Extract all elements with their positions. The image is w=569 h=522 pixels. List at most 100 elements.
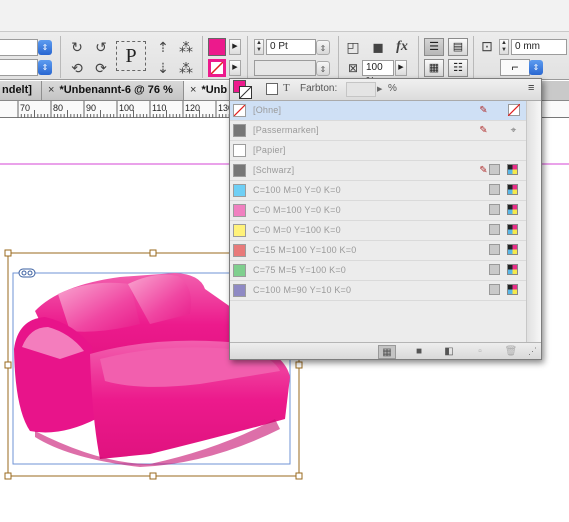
tab-unbenannt-6[interactable]: × *Unbenannt-6 @ 76 % bbox=[42, 81, 184, 100]
select-container-icon[interactable]: ⇡ bbox=[153, 37, 173, 57]
effects-icon[interactable]: ◰ bbox=[343, 37, 363, 57]
cmyk-mode-icon bbox=[507, 164, 518, 175]
stroke-weight-dropdown[interactable]: ⇕ bbox=[316, 40, 330, 55]
frame-fitting-icon[interactable]: ⊡ bbox=[477, 36, 497, 56]
ruler-label: 120 bbox=[185, 103, 201, 113]
color-swatches-icon[interactable]: ■ bbox=[410, 345, 428, 359]
swatch-row[interactable]: C=15 M=100 Y=100 K=0 bbox=[230, 241, 526, 261]
none-slash-icon bbox=[211, 62, 223, 74]
cmyk-mode-icon bbox=[507, 184, 518, 195]
swatch-name: [Schwarz] bbox=[253, 165, 295, 175]
tab-close-icon[interactable]: × bbox=[190, 84, 196, 96]
stroke-color-swatch[interactable] bbox=[208, 59, 226, 77]
opacity-dropdown[interactable]: ▶ bbox=[395, 60, 407, 76]
swatches-panel-header: T Farbton: ▶ % ≡ bbox=[230, 79, 541, 101]
stroke-type-dropdown[interactable]: ⇕ bbox=[316, 61, 330, 76]
ref-field-2-dropdown[interactable]: ⇕ bbox=[38, 60, 52, 75]
show-all-icon[interactable]: ▦ bbox=[378, 345, 396, 359]
swatch-row[interactable]: C=100 M=0 Y=0 K=0 bbox=[230, 181, 526, 201]
tab-close-icon[interactable]: × bbox=[48, 84, 54, 96]
formatting-text-icon[interactable]: T bbox=[283, 82, 290, 94]
formatting-container-icon[interactable] bbox=[266, 83, 278, 95]
swatch-row[interactable]: [Ohne] ✎ bbox=[230, 101, 526, 121]
wrap-none-icon[interactable]: ☰ bbox=[424, 38, 444, 56]
ref-field-1[interactable] bbox=[0, 39, 38, 56]
cmyk-icon bbox=[507, 224, 520, 237]
rotate-cw-icon[interactable]: ↻ bbox=[67, 37, 87, 57]
process-color-icon bbox=[489, 284, 502, 297]
select-next-icon[interactable]: ⁂ bbox=[176, 58, 196, 78]
process-swatch-icon bbox=[489, 244, 500, 255]
swatch-row[interactable]: C=0 M=0 Y=100 K=0 bbox=[230, 221, 526, 241]
swatch-row[interactable]: C=75 M=5 Y=100 K=0 bbox=[230, 261, 526, 281]
stroke-weight-stepper[interactable]: ▲ ▼ bbox=[254, 39, 264, 55]
chain-link-icon[interactable] bbox=[18, 268, 36, 278]
flip-horizontal-icon[interactable]: ⟲ bbox=[67, 58, 87, 78]
tab-label: ndelt] bbox=[2, 84, 32, 96]
stroke-weight-field[interactable]: 0 Pt bbox=[266, 39, 316, 55]
corner-icon[interactable]: ⌐ bbox=[500, 59, 530, 76]
swatch-chip bbox=[233, 104, 246, 117]
wrap-bounding-icon[interactable]: ▤ bbox=[448, 38, 468, 56]
ruler-label: 80 bbox=[53, 103, 64, 113]
swatch-name: [Papier] bbox=[253, 145, 286, 155]
wrap-shape-icon[interactable]: ▦ bbox=[424, 59, 444, 77]
text-frame-icon[interactable]: P bbox=[116, 41, 146, 71]
swatch-chip bbox=[233, 264, 246, 277]
wrap-jump-icon[interactable]: ☷ bbox=[448, 59, 468, 77]
select-previous-icon[interactable]: ⁂ bbox=[176, 37, 196, 57]
cmyk-mode-icon bbox=[507, 244, 518, 255]
none-slash-icon bbox=[507, 103, 520, 117]
cmyk-mode-icon bbox=[507, 284, 518, 295]
cmyk-icon bbox=[507, 204, 520, 217]
tint-dropdown[interactable]: ▶ bbox=[377, 82, 387, 97]
select-content-icon[interactable]: ⇣ bbox=[153, 58, 173, 78]
resize-grip-icon[interactable]: ⋰ bbox=[528, 346, 537, 357]
dropshadow-icon[interactable]: ◼ bbox=[368, 37, 388, 57]
fx-icon[interactable]: fx bbox=[392, 37, 412, 57]
process-swatch-icon bbox=[489, 264, 500, 275]
ref-field-1-dropdown[interactable]: ⇕ bbox=[38, 40, 52, 55]
cmyk-icon bbox=[507, 164, 520, 177]
flip-vertical-icon[interactable]: ⟳ bbox=[91, 58, 111, 78]
delete-swatch-icon[interactable]: 🗑 bbox=[502, 345, 520, 359]
none-swatch-icon bbox=[507, 103, 520, 117]
cmyk-mode-icon bbox=[507, 264, 518, 275]
swatch-row[interactable]: [Schwarz] ✎ bbox=[230, 161, 526, 181]
swatch-row[interactable]: [Papier] bbox=[230, 141, 526, 161]
process-color-icon bbox=[489, 184, 502, 197]
new-swatch-icon[interactable]: ▫ bbox=[471, 345, 489, 359]
cmyk-mode-icon bbox=[507, 204, 518, 215]
swatch-name: C=100 M=90 Y=10 K=0 bbox=[253, 285, 352, 295]
divider bbox=[247, 36, 248, 78]
cmyk-icon bbox=[507, 244, 520, 257]
cmyk-mode-icon bbox=[507, 224, 518, 235]
swatch-row[interactable]: C=100 M=90 Y=10 K=0 bbox=[230, 281, 526, 301]
swatch-name: C=0 M=100 Y=0 K=0 bbox=[253, 205, 341, 215]
rotate-ccw-icon[interactable]: ↺ bbox=[91, 37, 111, 57]
swatch-list-scrollbar[interactable] bbox=[526, 101, 541, 342]
ruler-label: 70 bbox=[20, 103, 31, 113]
fill-color-swatch[interactable] bbox=[208, 38, 226, 56]
ref-field-2[interactable] bbox=[0, 59, 38, 76]
stroke-type-field[interactable] bbox=[254, 60, 316, 76]
swatch-chip bbox=[233, 144, 246, 157]
corner-dropdown[interactable]: ⇕ bbox=[529, 60, 543, 75]
process-color-icon bbox=[489, 204, 502, 217]
swatch-row[interactable]: C=0 M=100 Y=0 K=0 bbox=[230, 201, 526, 221]
gradient-swatches-icon[interactable]: ◧ bbox=[440, 345, 458, 359]
fill-dropdown[interactable]: ▶ bbox=[229, 39, 241, 55]
none-slash-icon bbox=[240, 87, 251, 98]
stroke-swatch-indicator[interactable] bbox=[239, 86, 252, 99]
offset-field[interactable]: 0 mm bbox=[511, 39, 567, 55]
ruler-label: 100 bbox=[119, 103, 135, 113]
tint-field[interactable] bbox=[346, 82, 376, 97]
swatch-row[interactable]: [Passermarken] ✎ ⌖ bbox=[230, 121, 526, 141]
stroke-dropdown[interactable]: ▶ bbox=[229, 60, 241, 76]
tab-previous-document[interactable]: ndelt] bbox=[0, 81, 42, 100]
process-swatch-icon bbox=[489, 204, 500, 215]
panel-menu-icon[interactable]: ≡ bbox=[528, 82, 534, 94]
swatch-name: C=0 M=0 Y=100 K=0 bbox=[253, 225, 341, 235]
offset-stepper[interactable]: ▲ ▼ bbox=[499, 39, 509, 55]
opacity-field[interactable]: 100 % bbox=[362, 60, 394, 87]
